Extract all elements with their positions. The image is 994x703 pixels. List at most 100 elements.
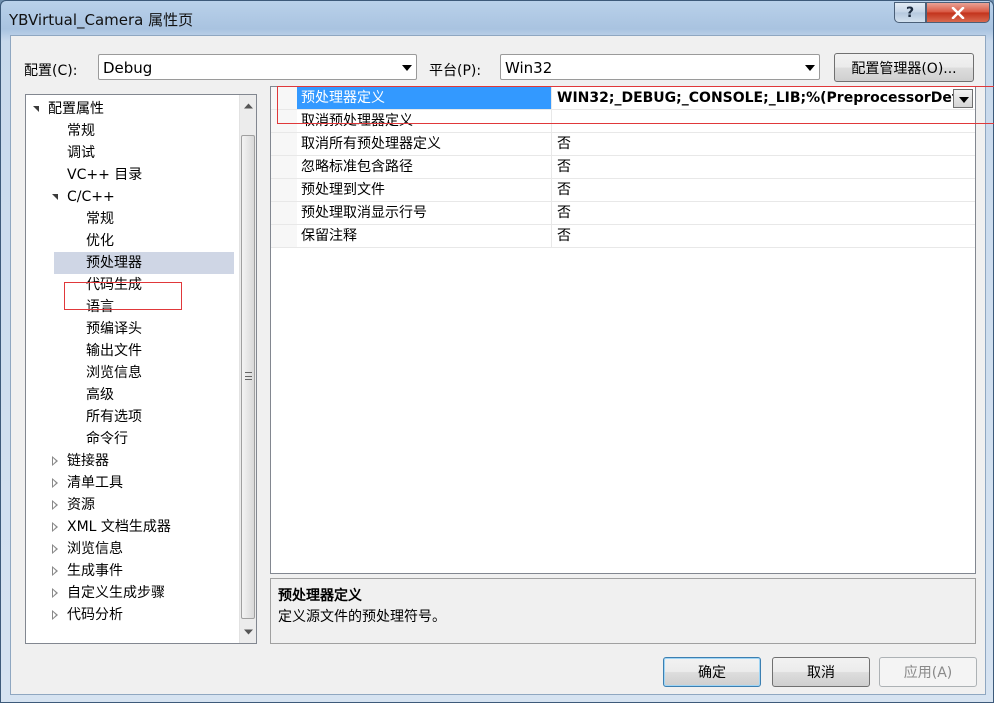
tree-item[interactable]: 预处理器 [54, 252, 234, 274]
tree-item[interactable]: 输出文件 [26, 340, 240, 362]
config-select[interactable]: Debug [98, 54, 417, 80]
expanded-triangle-icon[interactable] [52, 194, 58, 200]
tree-item[interactable]: C/C++ [26, 186, 240, 208]
tree-item[interactable]: 语言 [26, 296, 240, 318]
property-value[interactable]: 否 [553, 202, 973, 224]
collapsed-triangle-icon[interactable] [52, 478, 58, 488]
tree-item-label: 代码生成 [86, 277, 142, 293]
tree-scrollbar[interactable] [239, 95, 256, 643]
tree-item[interactable]: 浏览信息 [26, 362, 240, 384]
tree-item-label: XML 文档生成器 [67, 519, 171, 535]
property-name: 取消预处理器定义 [297, 110, 552, 132]
property-row[interactable]: 预处理到文件否 [271, 179, 975, 202]
tree-item-label: 生成事件 [67, 563, 123, 579]
help-icon: ? [905, 4, 915, 21]
scroll-down-button[interactable] [240, 623, 256, 640]
row-gutter [271, 133, 297, 155]
title-bar[interactable]: YBVirtual_Camera 属性页 ? [1, 1, 993, 35]
collapsed-triangle-icon[interactable] [52, 500, 58, 510]
tree-item[interactable]: 生成事件 [26, 560, 240, 582]
tree-item-label: 命令行 [86, 431, 128, 447]
tree-item[interactable]: 代码生成 [26, 274, 240, 296]
tree-item[interactable]: 所有选项 [26, 406, 240, 428]
tree-item[interactable]: 链接器 [26, 450, 240, 472]
collapsed-triangle-icon[interactable] [52, 588, 58, 598]
property-value[interactable] [553, 110, 973, 132]
tree-item[interactable]: XML 文档生成器 [26, 516, 240, 538]
tree-item-label: 预编译头 [86, 321, 142, 337]
property-value[interactable]: WIN32;_DEBUG;_CONSOLE;_LIB;%(Preprocesso… [553, 87, 973, 109]
tree-item[interactable]: 代码分析 [26, 604, 240, 626]
property-value[interactable]: 否 [553, 225, 973, 247]
tree-item[interactable]: 浏览信息 [26, 538, 240, 560]
close-button[interactable] [926, 2, 990, 23]
value-dropdown-button[interactable] [953, 89, 973, 108]
tree-item-label: C/C++ [67, 189, 115, 205]
help-button[interactable]: ? [894, 2, 926, 23]
tree-item-label: 链接器 [67, 453, 109, 469]
config-label: 配置(C): [24, 63, 78, 79]
arrow-down-icon [243, 629, 253, 634]
tree-item[interactable]: 高级 [26, 384, 240, 406]
tree-item[interactable]: 调试 [26, 142, 240, 164]
tree-item-label: 输出文件 [86, 343, 142, 359]
chevron-down-icon [805, 65, 815, 71]
tree-item-label: 优化 [86, 233, 114, 249]
property-tree[interactable]: 配置属性 常规 调试 VC++ 目录 C/C++ 常规 优化 预处理器 代码生成 语言 预编译头 输出… [25, 94, 257, 644]
cancel-button[interactable]: 取消 [772, 657, 870, 687]
collapsed-triangle-icon[interactable] [52, 522, 58, 532]
collapsed-triangle-icon[interactable] [52, 456, 58, 466]
property-row[interactable]: 忽略标准包含路径否 [271, 156, 975, 179]
tree-item[interactable]: 预编译头 [26, 318, 240, 340]
tree-item-label: 所有选项 [86, 409, 142, 425]
tree-item[interactable]: 配置属性 [26, 98, 240, 120]
tree-item[interactable]: 自定义生成步骤 [26, 582, 240, 604]
expanded-triangle-icon[interactable] [33, 106, 39, 112]
tree-item[interactable]: 优化 [26, 230, 240, 252]
arrow-up-icon [243, 103, 253, 108]
property-row[interactable]: 预处理器定义 WIN32;_DEBUG;_CONSOLE;_LIB;%(Prepr… [271, 87, 975, 110]
collapsed-triangle-icon[interactable] [52, 610, 58, 620]
platform-select[interactable]: Win32 [500, 54, 820, 80]
dialog-client: 配置(C): Debug 平台(P): Win32 配置管理器(O)... 配置… [10, 35, 994, 695]
description-text: 定义源文件的预处理符号。 [278, 609, 446, 625]
tree-item-label: 语言 [86, 299, 114, 315]
tree-item-label: 常规 [86, 211, 114, 227]
property-row[interactable]: 保留注释否 [271, 225, 975, 248]
description-title: 预处理器定义 [278, 588, 362, 604]
tree-item-label: 常规 [67, 123, 95, 139]
property-name: 忽略标准包含路径 [297, 156, 552, 178]
tree-item[interactable]: 常规 [26, 208, 240, 230]
property-value[interactable]: 否 [553, 156, 973, 178]
tree-item-label: 调试 [67, 145, 95, 161]
tree-item-label: VC++ 目录 [67, 167, 143, 183]
tree-item[interactable]: VC++ 目录 [26, 164, 240, 186]
tree-item-label: 清单工具 [67, 475, 123, 491]
property-grid[interactable]: 预处理器定义 WIN32;_DEBUG;_CONSOLE;_LIB;%(Prepr… [270, 86, 976, 574]
tree-item-label: 预处理器 [86, 255, 142, 271]
property-name: 保留注释 [297, 225, 552, 247]
scroll-thumb[interactable] [241, 135, 255, 619]
collapsed-triangle-icon[interactable] [52, 566, 58, 576]
scroll-up-button[interactable] [240, 97, 256, 114]
ok-button[interactable]: 确定 [663, 657, 761, 687]
collapsed-triangle-icon[interactable] [52, 544, 58, 554]
property-name: 预处理取消显示行号 [297, 202, 552, 224]
config-manager-button[interactable]: 配置管理器(O)... [834, 53, 974, 82]
row-gutter [271, 110, 297, 132]
apply-button[interactable]: 应用(A) [879, 657, 977, 687]
property-row[interactable]: 预处理取消显示行号否 [271, 202, 975, 225]
property-value[interactable]: 否 [553, 133, 973, 155]
row-gutter [271, 156, 297, 178]
tree-item[interactable]: 命令行 [26, 428, 240, 450]
tree-item[interactable]: 常规 [26, 120, 240, 142]
property-name: 预处理到文件 [297, 179, 552, 201]
property-row[interactable]: 取消预处理器定义 [271, 110, 975, 133]
property-row[interactable]: 取消所有预处理器定义否 [271, 133, 975, 156]
property-value[interactable]: 否 [553, 179, 973, 201]
tree-item[interactable]: 资源 [26, 494, 240, 516]
tree-item[interactable]: 清单工具 [26, 472, 240, 494]
close-icon [951, 6, 965, 19]
chevron-down-icon [402, 65, 412, 71]
tree-item-label: 配置属性 [48, 101, 104, 117]
